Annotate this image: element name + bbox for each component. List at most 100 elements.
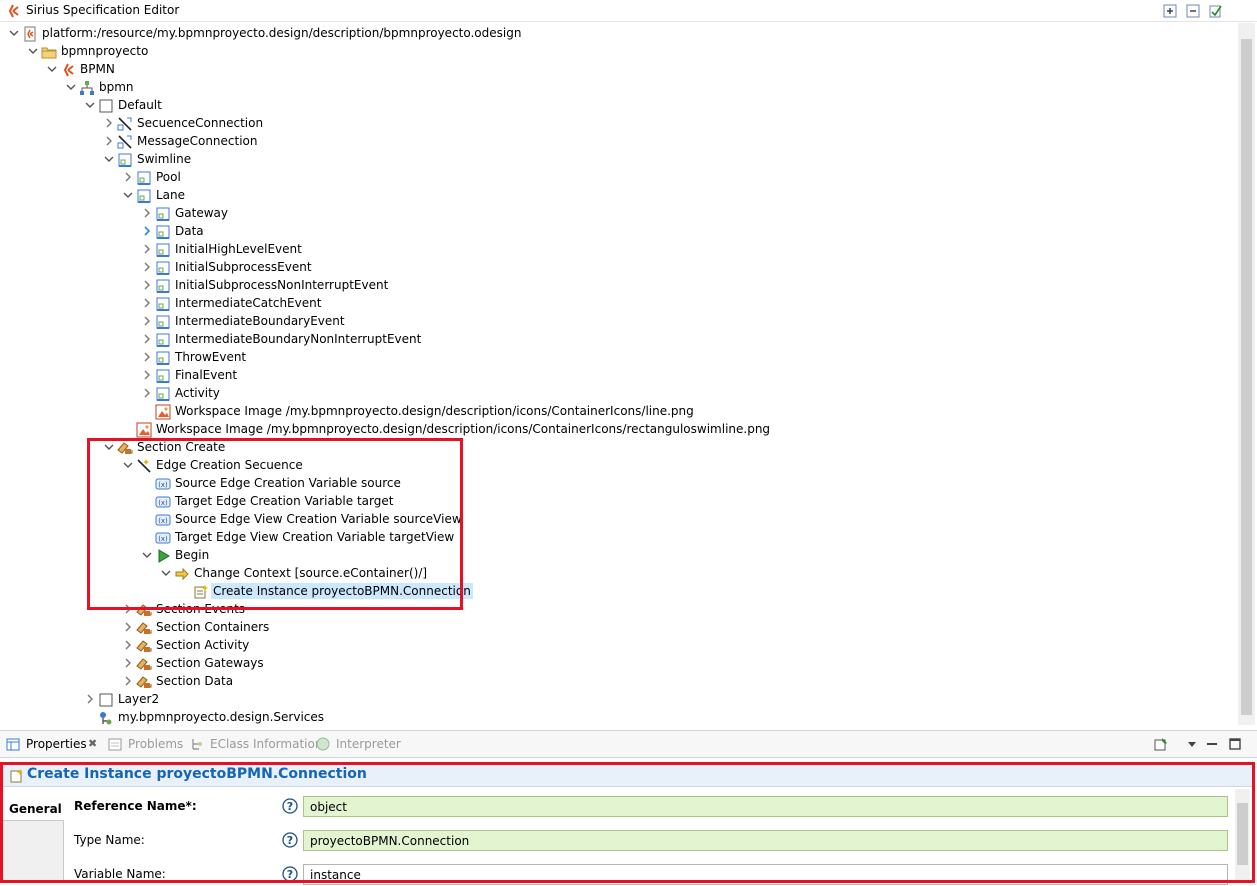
tree-vertical-scrollbar[interactable] [1238, 23, 1255, 725]
tree-item-throw-event[interactable]: ThrowEvent [0, 348, 1238, 366]
expand-chevron-icon[interactable] [122, 657, 134, 669]
expand-chevron-icon[interactable] [141, 315, 153, 327]
tree-item-section-containers[interactable]: Section Containers [0, 618, 1238, 636]
tree-item-layer2[interactable]: Layer2 [0, 690, 1238, 708]
properties-vertical-scrollbar[interactable] [1235, 789, 1250, 881]
create-instance-icon [194, 585, 208, 599]
collapse-chevron-icon[interactable] [141, 549, 153, 561]
help-icon[interactable]: ? [282, 866, 298, 882]
tree-item-services[interactable]: my.bpmnproyecto.design.Services [0, 708, 1238, 725]
reference-name-field[interactable] [303, 796, 1228, 817]
tree-item-initial-high-level-event[interactable]: InitialHighLevelEvent [0, 240, 1238, 258]
tree-item-bpmn-viewpoint[interactable]: BPMN [0, 60, 1238, 78]
type-name-field[interactable] [303, 830, 1228, 851]
tree-item-data[interactable]: Data [0, 222, 1238, 240]
tree-item-intermediate-boundary-noninterrupt-event[interactable]: IntermediateBoundaryNonInterruptEvent [0, 330, 1238, 348]
tree-item-swimline[interactable]: Swimline [0, 150, 1238, 168]
tree-item-activity[interactable]: Activity [0, 384, 1238, 402]
tree-item-initial-subprocess-event[interactable]: InitialSubprocessEvent [0, 258, 1238, 276]
tree-item-section-activity[interactable]: Section Activity [0, 636, 1238, 654]
tree-item-edge-creation-secuence[interactable]: Edge Creation Secuence [0, 456, 1238, 474]
tree-item-section-data[interactable]: Section Data [0, 672, 1238, 690]
tree-item-section-create[interactable]: Section Create [0, 438, 1238, 456]
expand-chevron-icon[interactable] [84, 693, 96, 705]
help-icon[interactable]: ? [282, 798, 298, 814]
properties-scroll-thumb[interactable] [1237, 803, 1248, 865]
expand-chevron-icon[interactable] [141, 279, 153, 291]
expand-chevron-icon[interactable] [141, 243, 153, 255]
tree-item-odesign-root[interactable]: platform:/resource/my.bpmnproyecto.desig… [0, 24, 1238, 42]
collapse-chevron-icon[interactable] [27, 45, 39, 57]
collapse-chevron-icon[interactable] [103, 153, 115, 165]
collapse-chevron-icon[interactable] [8, 27, 20, 39]
expand-chevron-icon[interactable] [122, 675, 134, 687]
tree-item-target-edge-view-variable[interactable]: (x) Target Edge View Creation Variable ta… [0, 528, 1238, 546]
collapse-chevron-icon[interactable] [122, 189, 134, 201]
expand-all-icon[interactable] [1163, 4, 1177, 18]
tree-item-bpmnproyecto[interactable]: bpmnproyecto [0, 42, 1238, 60]
expand-chevron-icon[interactable] [103, 135, 115, 147]
tree-item-target-edge-creation-variable[interactable]: (x) Target Edge Creation Variable target [0, 492, 1238, 510]
collapse-chevron-icon[interactable] [84, 99, 96, 111]
expand-chevron-icon[interactable] [122, 621, 134, 633]
tree-item-label: Workspace Image /my.bpmnproyecto.design/… [156, 422, 771, 436]
expand-chevron-icon[interactable] [141, 261, 153, 273]
collapse-chevron-icon[interactable] [160, 567, 172, 579]
tab-general[interactable]: General [3, 797, 64, 821]
tree-item-change-context[interactable]: Change Context [source.eContainer()/] [0, 564, 1238, 582]
tree-item-label: Section Events [156, 602, 246, 616]
tree-item-message-connection[interactable]: MessageConnection [0, 132, 1238, 150]
expand-chevron-icon[interactable] [122, 639, 134, 651]
expand-chevron-icon[interactable] [141, 387, 153, 399]
minimize-icon[interactable] [1205, 737, 1219, 751]
expand-chevron-icon[interactable] [141, 297, 153, 309]
tree-item-pool[interactable]: Pool [0, 168, 1238, 186]
expand-chevron-icon[interactable] [141, 369, 153, 381]
expand-chevron-icon[interactable] [103, 117, 115, 129]
expand-chevron-icon[interactable] [122, 603, 134, 615]
tree-item-workspace-image-rectangulo[interactable]: Workspace Image /my.bpmnproyecto.design/… [0, 420, 1238, 438]
properties-icon [6, 738, 20, 751]
help-icon[interactable]: ? [282, 832, 298, 848]
container-mapping-icon [156, 333, 170, 347]
collapse-chevron-icon[interactable] [46, 63, 58, 75]
pin-view-icon[interactable] [1154, 737, 1168, 751]
tree-item-label: Create Instance proyectoBPMN.Connection [211, 583, 473, 599]
tool-section-icon [136, 604, 152, 616]
tree-item-intermediate-catch-event[interactable]: IntermediateCatchEvent [0, 294, 1238, 312]
view-menu-icon[interactable] [1185, 737, 1199, 751]
collapse-chevron-icon[interactable] [103, 441, 115, 453]
tree-item-section-events[interactable]: Section Events [0, 600, 1238, 618]
container-mapping-icon [118, 153, 132, 167]
close-tab-icon[interactable]: ✖ [88, 737, 97, 750]
tree-item-workspace-image-line[interactable]: Workspace Image /my.bpmnproyecto.design/… [0, 402, 1238, 420]
diagram-description-icon [80, 81, 94, 95]
tree-item-final-event[interactable]: FinalEvent [0, 366, 1238, 384]
tree-item-intermediate-boundary-event[interactable]: IntermediateBoundaryEvent [0, 312, 1238, 330]
collapse-chevron-icon[interactable] [65, 81, 77, 93]
expand-chevron-icon[interactable] [141, 351, 153, 363]
expand-chevron-icon[interactable] [141, 207, 153, 219]
collapse-chevron-icon[interactable] [122, 459, 134, 471]
tree-item-bpmn-diagram[interactable]: bpmn [0, 78, 1238, 96]
expand-chevron-icon[interactable] [141, 333, 153, 345]
variable-name-field[interactable] [303, 864, 1228, 885]
maximize-icon[interactable] [1228, 737, 1242, 751]
tree-item-initial-subprocess-noninterrupt-event[interactable]: InitialSubprocessNonInterruptEvent [0, 276, 1238, 294]
expand-chevron-icon[interactable] [141, 225, 153, 237]
tree-item-label: Target Edge View Creation Variable targe… [175, 530, 455, 544]
tree-item-section-gateways[interactable]: Section Gateways [0, 654, 1238, 672]
tree-item-source-edge-creation-variable[interactable]: (x) Source Edge Creation Variable source [0, 474, 1238, 492]
tree-item-create-instance[interactable]: Create Instance proyectoBPMN.Connection [0, 582, 1238, 600]
tree-item-source-edge-view-variable[interactable]: (x) Source Edge View Creation Variable so… [0, 510, 1238, 528]
tree-item-lane[interactable]: Lane [0, 186, 1238, 204]
validate-icon[interactable] [1209, 4, 1223, 18]
collapse-all-icon[interactable] [1186, 4, 1200, 18]
tree-item-gateway[interactable]: Gateway [0, 204, 1238, 222]
tree-item-secuence-connection[interactable]: SecuenceConnection [0, 114, 1238, 132]
tree-scroll-thumb[interactable] [1241, 39, 1252, 715]
specification-tree[interactable]: platform:/resource/my.bpmnproyecto.desig… [0, 23, 1238, 725]
expand-chevron-icon[interactable] [122, 171, 134, 183]
tree-item-begin[interactable]: Begin [0, 546, 1238, 564]
tree-item-default-layer[interactable]: Default [0, 96, 1238, 114]
